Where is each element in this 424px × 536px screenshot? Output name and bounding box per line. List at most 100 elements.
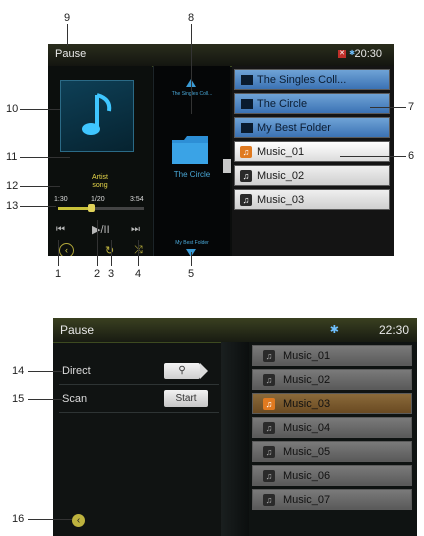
callout-15: 15 [12, 393, 25, 405]
list-item[interactable]: ♫ Music_01 [252, 345, 412, 366]
callout-line [191, 252, 192, 266]
callout-line [28, 399, 62, 400]
progress-bar[interactable] [58, 204, 144, 212]
total-time: 3:54 [130, 196, 144, 203]
list-item-label: Music_05 [283, 446, 331, 458]
folder-icon[interactable] [172, 136, 208, 164]
status-bar: Pause ✕ ✱ 20:30 [48, 44, 394, 67]
list-item-label: My Best Folder [257, 122, 331, 134]
music-note-icon: ♫ [240, 146, 252, 158]
list-item-label: Music_01 [257, 146, 305, 158]
list-item[interactable]: The Circle [234, 93, 390, 114]
progress-fill [58, 207, 91, 210]
list-item[interactable]: ♫ Music_05 [252, 441, 412, 462]
list-item[interactable]: ♫ Music_04 [252, 417, 412, 438]
next-track-icon[interactable]: ⏭ [131, 224, 140, 235]
search-icon: ⚲ [178, 365, 186, 376]
callout-4: 4 [135, 268, 142, 280]
callout-line [20, 206, 56, 207]
status-bar: Pause ✱ 22:30 [53, 318, 417, 343]
callout-1: 1 [55, 268, 62, 280]
folder-icon [241, 99, 253, 109]
music-note-icon: ♫ [240, 170, 252, 182]
clock: 22:30 [378, 323, 409, 337]
callout-line [340, 156, 406, 157]
music-note-icon: ♫ [240, 194, 252, 206]
music-note-icon: ♫ [263, 350, 275, 362]
album-art [60, 80, 134, 152]
callout-10: 10 [6, 103, 19, 115]
list-item-label: The Circle [257, 98, 308, 110]
now-playing-pane: Artist song 1:30 1/20 3:54 ⏮ ▶/II ⏭ ‹ ↻ … [48, 66, 152, 256]
callout-line [28, 371, 62, 372]
list-item[interactable]: ♫ Music_06 [252, 465, 412, 486]
list-item[interactable]: ♫ Music_03 [252, 393, 412, 414]
direct-label: Direct [62, 365, 91, 377]
list-item[interactable]: The Singles Coll... [234, 69, 390, 90]
callout-line [20, 109, 60, 110]
callout-line [28, 519, 72, 520]
bottom-settings-screen: Pause ✱ 22:30 Direct ⚲ Scan Start ‹ ♫ Mu… [53, 318, 417, 536]
callout-6: 6 [408, 150, 415, 162]
music-note-icon: ♫ [263, 446, 275, 458]
list-item[interactable]: ♫ Music_02 [234, 165, 390, 186]
callout-2: 2 [94, 268, 101, 280]
callout-line [67, 24, 68, 46]
list-item[interactable]: ♫ Music_07 [252, 489, 412, 510]
previous-folder-label[interactable]: The Singles Coll... [154, 91, 230, 97]
folder-icon [241, 75, 253, 85]
list-divider [221, 342, 249, 536]
folder-icon [241, 123, 253, 133]
list-item-label: Music_03 [283, 398, 331, 410]
list-item[interactable]: ♫ Music_02 [252, 369, 412, 390]
scan-start-button[interactable]: Start [164, 390, 208, 407]
playback-status-title: Pause [60, 323, 95, 337]
callout-line [58, 240, 59, 266]
song-title: song [92, 182, 108, 189]
music-note-icon: ♫ [263, 422, 275, 434]
callout-3: 3 [108, 268, 115, 280]
callout-16: 16 [12, 513, 25, 525]
callout-11: 11 [6, 151, 18, 163]
scan-label: Scan [62, 393, 88, 405]
callout-line [20, 157, 70, 158]
clock: 20:30 [354, 48, 382, 60]
previous-track-icon[interactable]: ⏮ [56, 224, 65, 235]
music-note-icon: ♫ [263, 494, 275, 506]
list-item[interactable]: ♫ Music_03 [234, 189, 390, 210]
music-note-icon: ♫ [263, 398, 275, 410]
progress-knob[interactable] [87, 204, 95, 212]
artist-name: Artist [92, 174, 108, 181]
playback-status-title: Pause [55, 48, 87, 60]
list-item-label: Music_07 [283, 494, 331, 506]
list-item-label: The Singles Coll... [257, 74, 347, 86]
callout-5: 5 [188, 268, 195, 280]
song-list: ♫ Music_01 ♫ Music_02 ♫ Music_03 ♫ Music… [249, 342, 417, 536]
divider [59, 412, 219, 413]
list-item-label: Music_03 [257, 194, 305, 206]
bluetooth-icon: ✱ [329, 324, 339, 336]
play-pause-icon[interactable]: ▶/II [92, 223, 110, 236]
back-arrow-icon[interactable]: ‹ [59, 243, 74, 256]
file-list: The Singles Coll... The Circle My Best F… [232, 66, 394, 256]
list-toggle-tab[interactable] [223, 159, 231, 173]
next-folder-label[interactable]: My Best Folder [154, 240, 230, 246]
callout-13: 13 [6, 200, 19, 212]
music-note-icon [82, 93, 112, 135]
top-player-screen: Pause ✕ ✱ 20:30 Artist song 1:30 1/20 3:… [48, 44, 394, 256]
callout-line [97, 220, 98, 266]
track-counter: 1/20 [91, 196, 105, 203]
back-arrow-icon[interactable]: ‹ [72, 514, 85, 527]
list-item[interactable]: My Best Folder [234, 117, 390, 138]
list-item[interactable]: ♫ Music_01 [234, 141, 390, 162]
repeat-icon[interactable]: ↻ [105, 244, 114, 256]
music-note-icon: ♫ [263, 374, 275, 386]
list-item-label: Music_06 [283, 470, 331, 482]
list-item-label: Music_04 [283, 422, 331, 434]
callout-7: 7 [408, 101, 415, 113]
current-folder-label: The Circle [173, 170, 211, 179]
callout-line [191, 24, 192, 114]
direct-search-button[interactable]: ⚲ [164, 363, 208, 379]
callout-12: 12 [6, 180, 19, 192]
elapsed-time: 1:30 [54, 196, 68, 203]
